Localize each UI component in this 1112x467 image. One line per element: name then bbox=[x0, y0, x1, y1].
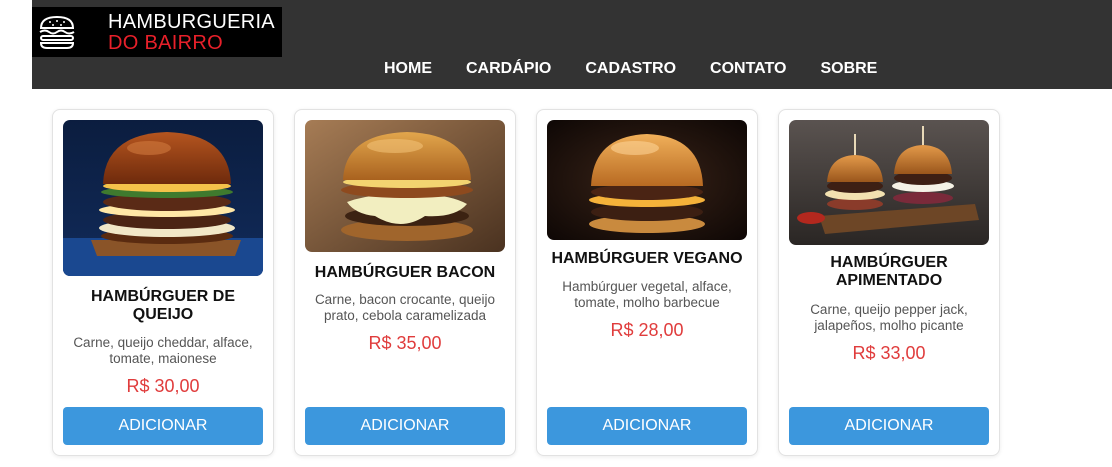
product-title: HAMBÚRGUER APIMENTADO bbox=[830, 254, 948, 289]
product-card-queijo: HAMBÚRGUER DE QUEIJO Carne, queijo chedd… bbox=[52, 109, 274, 456]
add-to-cart-button[interactable]: ADICIONAR bbox=[305, 407, 505, 445]
bacon-burger-photo bbox=[305, 120, 505, 252]
brand-name-line1: HAMBURGUERIA bbox=[108, 10, 275, 33]
main-nav: HOME CARDÁPIO CADASTRO CONTATO SOBRE bbox=[366, 60, 911, 78]
product-title: HAMBÚRGUER VEGANO bbox=[551, 250, 743, 267]
burger-icon bbox=[32, 7, 82, 57]
product-description: Carne, queijo cheddar, alface, tomate, m… bbox=[73, 335, 253, 366]
product-card-bacon: HAMBÚRGUER BACON Carne, bacon crocante, … bbox=[294, 109, 516, 456]
nav-link-contato[interactable]: CONTATO bbox=[710, 60, 786, 78]
cheese-burger-photo bbox=[63, 120, 263, 276]
product-title: HAMBÚRGUER DE QUEIJO bbox=[91, 288, 235, 323]
nav-link-home[interactable]: HOME bbox=[384, 60, 432, 78]
product-title: HAMBÚRGUER BACON bbox=[314, 264, 496, 281]
product-price: R$ 35,00 bbox=[368, 333, 442, 353]
product-price: R$ 33,00 bbox=[852, 343, 926, 363]
brand-logo[interactable]: HAMBURGUERIA DO BAIRRO bbox=[32, 7, 282, 57]
add-to-cart-button[interactable]: ADICIONAR bbox=[63, 407, 263, 445]
product-price: R$ 30,00 bbox=[126, 376, 200, 396]
product-description: Carne, queijo pepper jack, jalapeños, mo… bbox=[810, 302, 968, 333]
product-card-vegano: HAMBÚRGUER VEGANO Hambúrguer vegetal, al… bbox=[536, 109, 758, 456]
add-to-cart-button[interactable]: ADICIONAR bbox=[789, 407, 989, 445]
product-card-apimentado: HAMBÚRGUER APIMENTADO Carne, queijo pepp… bbox=[778, 109, 1000, 456]
spicy-burger-photo bbox=[789, 120, 989, 245]
nav-link-cardapio[interactable]: CARDÁPIO bbox=[466, 60, 551, 78]
nav-link-cadastro[interactable]: CADASTRO bbox=[585, 60, 676, 78]
vegan-burger-photo bbox=[547, 120, 747, 240]
brand-name: HAMBURGUERIA DO BAIRRO bbox=[108, 12, 275, 53]
product-description: Hambúrguer vegetal, alface, tomate, molh… bbox=[562, 279, 732, 310]
product-price: R$ 28,00 bbox=[610, 320, 684, 340]
product-description: Carne, bacon crocante, queijo prato, ceb… bbox=[314, 292, 496, 323]
brand-name-line2: DO BAIRRO bbox=[108, 31, 223, 54]
add-to-cart-button[interactable]: ADICIONAR bbox=[547, 407, 747, 445]
nav-link-sobre[interactable]: SOBRE bbox=[820, 60, 877, 78]
